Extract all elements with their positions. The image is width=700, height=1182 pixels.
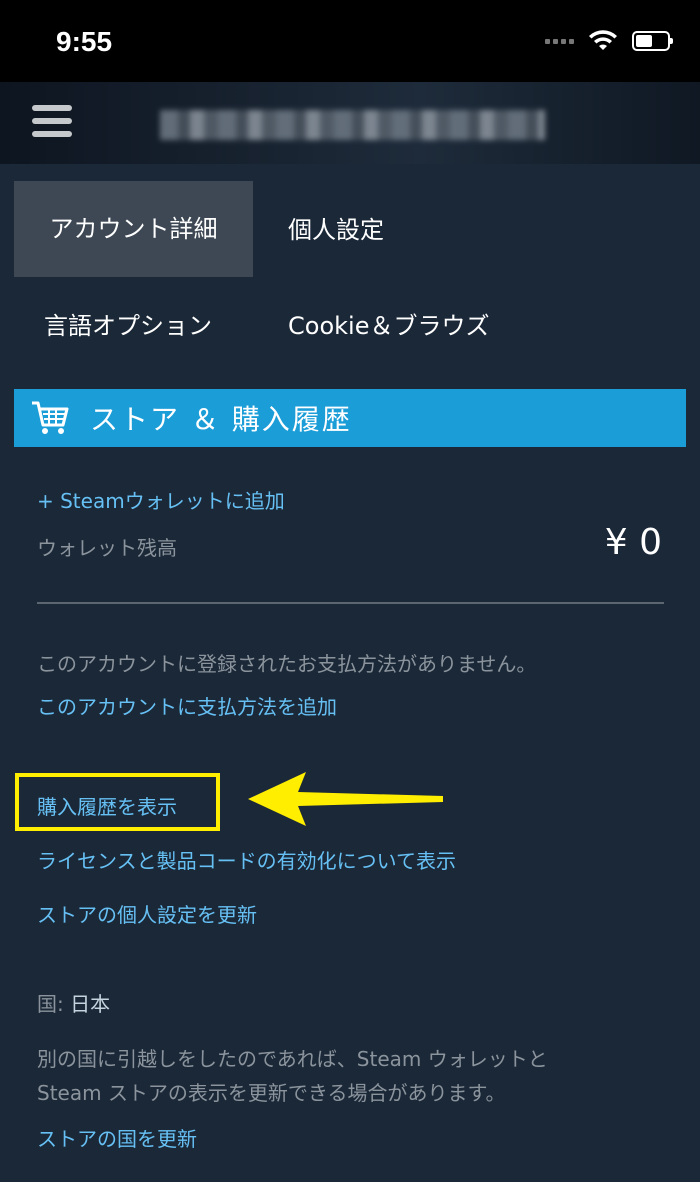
no-payment-method-text: このアカウントに登録されたお支払方法がありません。	[37, 652, 537, 676]
status-time: 9:55	[56, 26, 113, 57]
tab-cookie-browsing[interactable]: Cookie＆ブラウズ	[288, 306, 489, 341]
signal-icon	[545, 38, 574, 44]
wallet-balance-value: ¥ 0	[604, 522, 662, 563]
hamburger-menu-icon[interactable]	[32, 105, 72, 139]
wifi-icon	[589, 30, 617, 50]
country-move-line-1: 別の国に引越しをしたのであれば、Steam ウォレットと	[37, 1047, 548, 1071]
shopping-cart-icon	[32, 401, 69, 434]
arrow-icon	[248, 772, 443, 826]
battery-icon	[632, 31, 673, 51]
country-row: 国: 日本	[37, 988, 110, 1017]
status-icons	[545, 30, 673, 52]
blurred-account-name	[160, 110, 545, 140]
license-activation-link[interactable]: ライセンスと製品コードの有効化について表示	[37, 845, 456, 874]
country-move-line-2: Steam ストアの表示を更新できる場合があります。	[37, 1081, 506, 1105]
country-move-description: 別の国に引越しをしたのであれば、Steam ウォレットと Steam ストアの表…	[37, 1042, 548, 1110]
tab-personal-settings[interactable]: 個人設定	[288, 210, 384, 245]
tab-account-details[interactable]: アカウント詳細	[14, 181, 253, 277]
wallet-balance-label: ウォレット残高	[37, 536, 177, 560]
store-preferences-link[interactable]: ストアの個人設定を更新	[37, 899, 257, 928]
divider	[37, 602, 664, 604]
update-store-country-link[interactable]: ストアの国を更新	[37, 1123, 197, 1152]
tab-language-options[interactable]: 言語オプション	[44, 306, 212, 341]
view-purchase-history-link[interactable]: 購入履歴を表示	[37, 791, 177, 820]
store-section-header: ストア ＆ 購入履歴	[14, 389, 686, 447]
add-wallet-link[interactable]: + Steamウォレットに追加	[37, 485, 285, 514]
status-bar: 9:55	[0, 0, 700, 82]
country-value: 日本	[70, 992, 111, 1016]
country-label: 国:	[37, 992, 64, 1016]
section-title: ストア ＆ 購入履歴	[90, 403, 352, 436]
app-header	[0, 82, 700, 164]
add-payment-method-link[interactable]: このアカウントに支払方法を追加	[37, 691, 337, 720]
